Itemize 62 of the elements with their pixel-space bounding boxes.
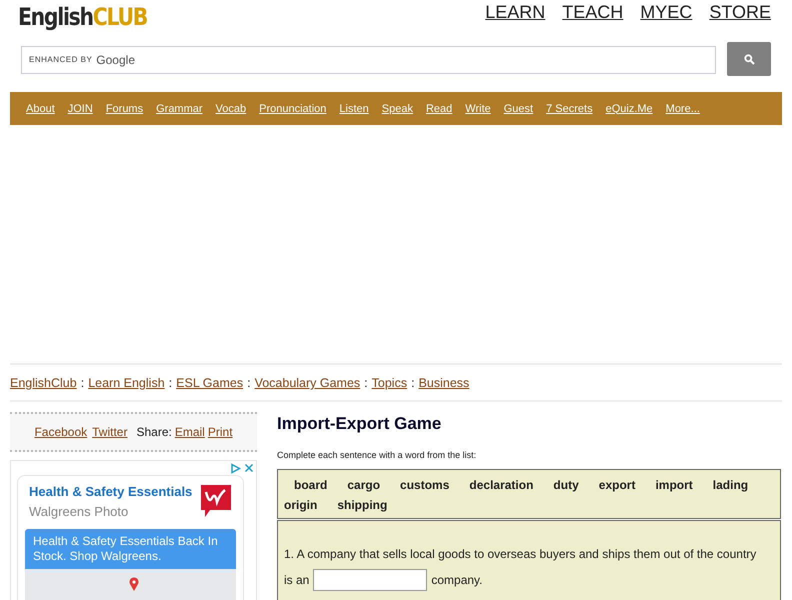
- menu-link[interactable]: Read: [426, 102, 452, 114]
- breadcrumb-link[interactable]: Learn English: [88, 376, 165, 390]
- share-label: Share:: [136, 425, 172, 439]
- word-option: cargo: [347, 478, 380, 492]
- menu-link[interactable]: About: [26, 102, 55, 114]
- pharmacy-logo-icon: [200, 484, 232, 518]
- word-option: lading: [712, 478, 748, 492]
- menu-link[interactable]: 7 Secrets: [546, 102, 593, 114]
- word-option: duty: [553, 478, 579, 492]
- search-icon: [744, 54, 754, 64]
- word-option: shipping: [337, 498, 388, 512]
- word-option: origin: [284, 498, 318, 512]
- close-icon[interactable]: [244, 463, 254, 473]
- menu-link[interactable]: Listen: [339, 102, 369, 114]
- menu-link[interactable]: Speak: [382, 102, 413, 114]
- question-text-end: company.: [431, 573, 482, 587]
- breadcrumb-separator: :: [168, 376, 172, 390]
- play-triangle-icon[interactable]: [230, 463, 241, 474]
- breadcrumb-separator: :: [247, 376, 251, 390]
- word-option: board: [294, 478, 328, 492]
- breadcrumb-link[interactable]: Vocabulary Games: [254, 376, 360, 390]
- word-option: customs: [400, 478, 450, 492]
- ad-card[interactable]: Health & Safety Essentials Walgreens Photo Health & Safety Essentials Back In Stock. Shop Walgreens.: [17, 475, 244, 600]
- site-logo[interactable]: EnglishCLUB: [18, 0, 148, 34]
- breadcrumb-separator: :: [364, 376, 368, 390]
- game-title: Import-Export Game: [277, 414, 442, 434]
- share-link[interactable]: Email: [174, 425, 205, 439]
- menu-link[interactable]: Write: [465, 102, 491, 114]
- breadcrumb-separator: :: [411, 376, 415, 390]
- breadcrumb-link[interactable]: EnglishClub: [10, 376, 77, 390]
- ad-banner[interactable]: Health & Safety Essentials Back In Stock. Shop Walgreens.: [25, 529, 236, 569]
- menu-link[interactable]: JOIN: [68, 102, 93, 114]
- top-nav-link[interactable]: TEACH: [562, 2, 624, 23]
- word-option: declaration: [469, 478, 534, 492]
- search-button[interactable]: [727, 42, 771, 76]
- map-pin-icon: [129, 577, 139, 591]
- question-text: 1. A company that sells local goods to overseas buyers and ships them out of the country: [284, 547, 756, 561]
- menu-link[interactable]: Forums: [106, 102, 144, 114]
- menu-link[interactable]: More...: [666, 102, 700, 114]
- breadcrumb-link[interactable]: Business: [418, 376, 470, 390]
- ad-title[interactable]: Health & Safety Essentials: [29, 484, 192, 499]
- word-option: export: [598, 478, 636, 492]
- top-nav-link[interactable]: MYEC: [640, 2, 692, 23]
- breadcrumb-link[interactable]: ESL Games: [176, 376, 244, 390]
- question-text: is an: [284, 573, 310, 587]
- menu-link[interactable]: Guest: [504, 102, 534, 114]
- menu-link[interactable]: Grammar: [156, 102, 203, 114]
- word-option: import: [655, 478, 693, 492]
- share-link[interactable]: Print: [208, 425, 233, 439]
- share-link[interactable]: Twitter: [92, 425, 128, 439]
- menu-link[interactable]: Pronunciation: [259, 102, 326, 114]
- answer-field[interactable]: [313, 569, 428, 591]
- instructions-text: Complete each sentence with a word from the list:: [277, 450, 478, 460]
- breadcrumb-link[interactable]: Topics: [372, 376, 408, 390]
- share-link[interactable]: Facebook: [34, 425, 88, 439]
- top-nav-link[interactable]: STORE: [709, 2, 771, 23]
- breadcrumb-separator: :: [80, 376, 84, 390]
- menu-link[interactable]: eQuiz.Me: [606, 102, 653, 114]
- menu-link[interactable]: Vocab: [216, 102, 246, 114]
- ad-advertiser: Walgreens Photo: [29, 504, 130, 519]
- search-field[interactable]: ENHANCED BY Google: [21, 46, 716, 74]
- top-nav-link[interactable]: LEARN: [485, 2, 546, 23]
